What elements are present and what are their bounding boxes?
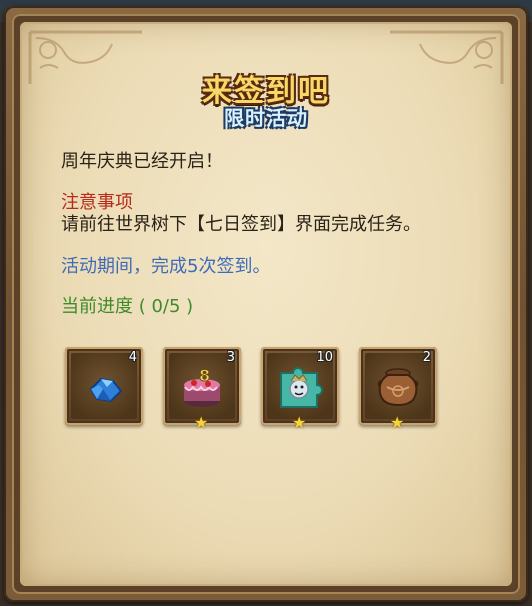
anniversary-text: 周年庆典已经开启！ [61, 151, 223, 172]
reward-count: 3 [226, 350, 235, 365]
birthday-cake-icon: 8 [184, 366, 220, 407]
reward-count: 4 [128, 350, 137, 365]
progress-text: 当前进度 ( 0/5 ) [61, 296, 194, 317]
reward-slot-cake[interactable]: 8 3 ★ [163, 347, 241, 432]
blue-crystal-icon [89, 377, 123, 403]
reward-slot-puzzle[interactable]: 10 ★ [261, 347, 339, 432]
clay-jar-icon [377, 368, 419, 407]
reward-count: 2 [422, 350, 431, 365]
event-period-text: 活动期间，完成5次签到。 [61, 256, 271, 277]
reward-slot-jar[interactable]: 2 ★ [359, 347, 437, 432]
reward-slot-crystal[interactable]: 4 [65, 347, 143, 425]
notice-heading: 注意事项 [61, 192, 133, 213]
puzzle-piece-icon [280, 367, 323, 408]
reward-slots: 4 8 3 ★ 10 ★ 2 ★ [65, 347, 445, 433]
event-subtitle: 限时活动 [224, 106, 308, 130]
star-icon: ★ [390, 413, 405, 432]
star-icon: ★ [292, 413, 307, 432]
star-icon: ★ [194, 413, 209, 432]
reward-count: 10 [316, 350, 333, 365]
notice-text: 请前往世界树下【七日签到】界面完成任务。 [61, 214, 421, 235]
svg-text:8: 8 [199, 366, 210, 385]
